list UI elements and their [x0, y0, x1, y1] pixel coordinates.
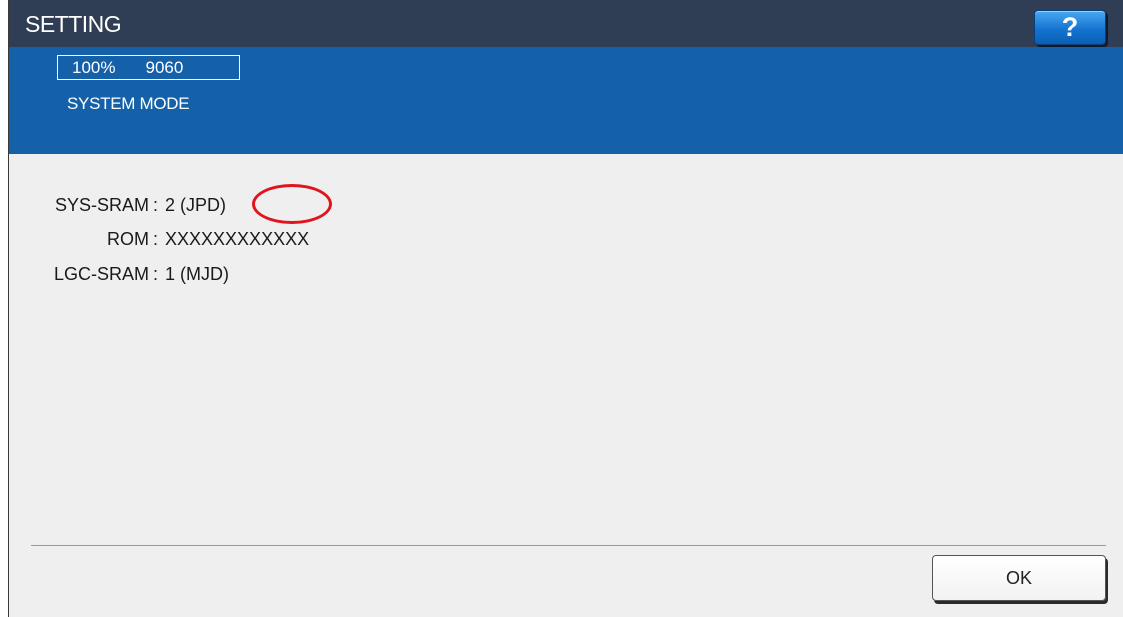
info-value: XXXXXXXXXXXX [165, 228, 310, 249]
zoom-count-box: 100% 9060 [57, 55, 240, 80]
info-value: 1 (MJD) [165, 263, 230, 284]
divider [31, 545, 1106, 546]
ok-button-label: OK [1005, 567, 1032, 588]
help-icon: ? [1061, 12, 1079, 42]
info-value: 2 (JPD) [165, 194, 227, 215]
title-bar: SETTING ? [9, 0, 1123, 47]
info-separator: : [153, 263, 159, 284]
ok-button[interactable]: OK [932, 555, 1106, 601]
help-button[interactable]: ? [1034, 10, 1106, 45]
info-label: ROM [107, 228, 149, 249]
zoom-value: 100% [72, 57, 116, 77]
info-row-lgc-sram: LGC-SRAM : 1 (MJD) [9, 263, 229, 285]
setting-window: SETTING ? 100% 9060 SYSTEM MODE SYS-SRAM… [8, 0, 1123, 617]
info-row-sys-sram: SYS-SRAM : 2 (JPD) [9, 194, 226, 216]
highlight-circle [252, 184, 332, 224]
info-row-rom: ROM : XXXXXXXXXXXX [9, 228, 309, 250]
info-label: LGC-SRAM [53, 263, 149, 284]
count-value: 9060 [145, 57, 184, 77]
info-panel: SYS-SRAM : 2 (JPD) ROM : XXXXXXXXXXXX LG… [9, 154, 1123, 617]
window-title: SETTING [25, 11, 122, 37]
info-label: SYS-SRAM [54, 194, 149, 215]
info-separator: : [153, 228, 159, 249]
info-separator: : [153, 194, 159, 215]
status-band: 100% 9060 SYSTEM MODE [9, 47, 1123, 154]
mode-label: SYSTEM MODE [67, 94, 190, 113]
